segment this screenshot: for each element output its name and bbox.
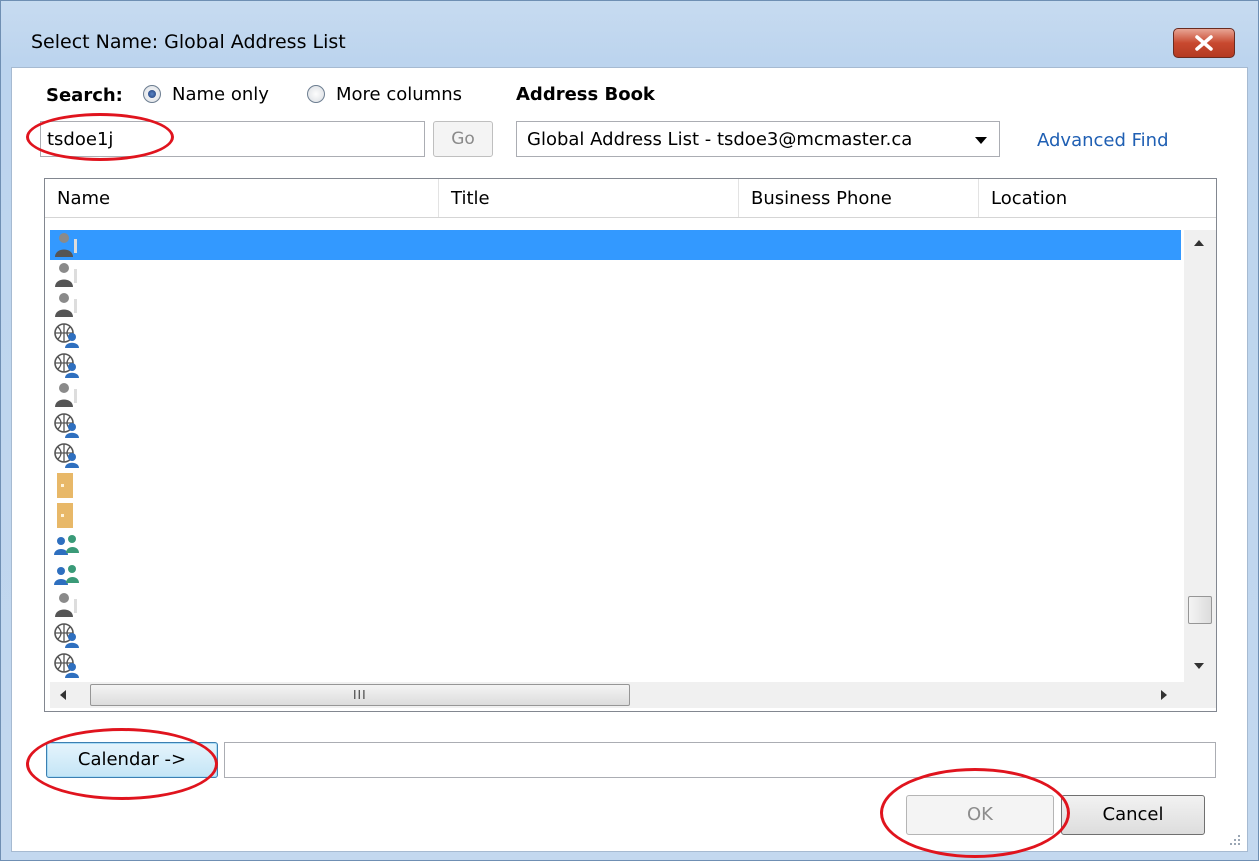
dropdown-arrow-icon [975, 137, 987, 144]
room-icon [53, 501, 79, 529]
list-item[interactable] [50, 410, 1181, 440]
dialog-body: Search: Name only More columns Address B… [11, 67, 1248, 852]
scroll-down-icon[interactable] [1194, 663, 1204, 669]
group-icon [53, 531, 79, 559]
person-icon [53, 381, 79, 409]
radio-selected-dot [148, 90, 156, 98]
calendar-button[interactable]: Calendar -> [46, 742, 218, 778]
cancel-button[interactable]: Cancel [1061, 795, 1205, 835]
horizontal-scrollbar[interactable]: III [50, 682, 1184, 708]
person-icon [53, 261, 79, 289]
list-item[interactable] [50, 590, 1181, 620]
list-item[interactable] [50, 380, 1181, 410]
radio-name-only-label[interactable]: Name only [172, 84, 269, 105]
list-item[interactable] [50, 500, 1181, 530]
column-header-location[interactable]: Location [979, 179, 1216, 217]
external-contact-icon [53, 651, 79, 679]
name-list: Name Title Business Phone Location III [44, 178, 1217, 712]
address-book-selected-value: Global Address List - tsdoe3@mcmaster.ca [527, 129, 913, 150]
group-icon [53, 561, 79, 589]
address-book-select[interactable]: Global Address List - tsdoe3@mcmaster.ca [516, 121, 1000, 157]
column-header-title[interactable]: Title [439, 179, 739, 217]
scroll-corner [1184, 682, 1216, 708]
person-icon [53, 591, 79, 619]
close-icon [1195, 35, 1213, 51]
radio-more-columns[interactable] [307, 85, 325, 103]
window-title: Select Name: Global Address List [31, 31, 346, 53]
external-contact-icon [53, 411, 79, 439]
scroll-up-icon[interactable] [1194, 240, 1204, 246]
radio-more-columns-label[interactable]: More columns [336, 84, 462, 105]
person-icon [53, 291, 79, 319]
scroll-left-icon[interactable] [60, 690, 66, 700]
select-name-dialog: Select Name: Global Address List Search:… [0, 0, 1259, 861]
vertical-scrollbar[interactable] [1184, 230, 1216, 682]
list-item[interactable] [50, 350, 1181, 380]
resize-grip-icon[interactable] [1227, 833, 1241, 847]
advanced-find-link[interactable]: Advanced Find [1037, 130, 1169, 151]
external-contact-icon [53, 351, 79, 379]
vertical-scroll-thumb[interactable] [1188, 596, 1212, 624]
scroll-grip: III [353, 688, 367, 702]
external-contact-icon [53, 321, 79, 349]
list-item[interactable] [50, 260, 1181, 290]
search-label: Search: [46, 85, 123, 106]
list-item[interactable] [50, 440, 1181, 470]
person-icon [53, 231, 79, 259]
list-header: Name Title Business Phone Location [45, 179, 1216, 218]
list-item[interactable] [50, 530, 1181, 560]
column-header-business-phone[interactable]: Business Phone [739, 179, 979, 217]
list-item[interactable] [50, 290, 1181, 320]
list-item[interactable] [50, 320, 1181, 350]
list-item[interactable] [50, 620, 1181, 650]
list-rows [50, 230, 1181, 682]
search-input[interactable]: tsdoe1j [40, 121, 425, 157]
room-icon [53, 471, 79, 499]
list-item[interactable] [50, 230, 1181, 260]
list-item[interactable] [50, 560, 1181, 590]
close-button[interactable] [1173, 28, 1235, 58]
column-header-name[interactable]: Name [45, 179, 439, 217]
address-book-label: Address Book [516, 84, 655, 105]
external-contact-icon [53, 441, 79, 469]
title-bar: Select Name: Global Address List [1, 1, 1258, 67]
calendar-recipient-field[interactable] [224, 742, 1216, 778]
scroll-right-icon[interactable] [1161, 690, 1167, 700]
list-item[interactable] [50, 470, 1181, 500]
horizontal-scroll-thumb[interactable]: III [90, 684, 630, 706]
list-item[interactable] [50, 650, 1181, 680]
external-contact-icon [53, 621, 79, 649]
ok-button[interactable]: OK [906, 795, 1054, 835]
go-button[interactable]: Go [433, 121, 493, 157]
radio-name-only[interactable] [143, 85, 161, 103]
